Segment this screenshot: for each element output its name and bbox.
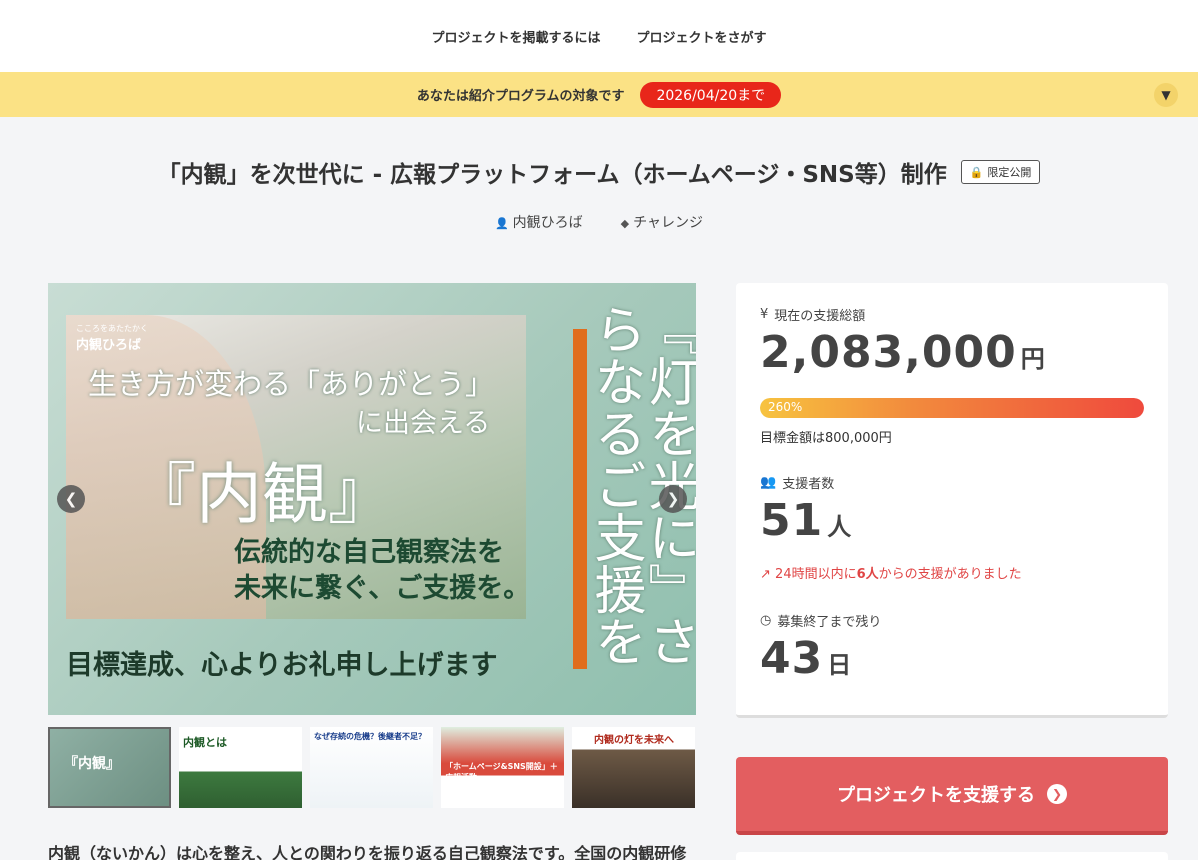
- hero-line2: に出会える: [356, 408, 491, 439]
- badge-label: 限定公開: [987, 166, 1032, 179]
- top-nav: プロジェクトを掲載するには プロジェクトをさがす: [0, 0, 1198, 72]
- carousel-prev-icon[interactable]: ❮: [57, 485, 85, 513]
- hero-logo: こころをあたたかく 内観ひろば: [76, 324, 148, 353]
- hero-line1: 生き方が変わる「ありがとう」: [88, 367, 495, 401]
- referral-banner: あなたは紹介プログラムの対象です 2026/04/20まで ▼: [0, 72, 1198, 117]
- progress-percent: 260%: [768, 400, 803, 414]
- total-label: ¥ 現在の支援総額: [760, 307, 866, 324]
- yen-icon: ¥: [760, 307, 769, 322]
- project-meta: 👤 内観ひろば ◆ チャレンジ: [0, 212, 1198, 232]
- remaining-label: ◷ 募集終了まで残り: [760, 613, 882, 630]
- user-icon: 👤: [494, 217, 509, 230]
- hero-big-text: 『内観』: [130, 456, 394, 533]
- total-amount: 2,083,000 円: [760, 327, 1045, 378]
- hero-bottom-text: 目標達成、心よりお礼申し上げます: [66, 650, 498, 681]
- chevron-down-icon[interactable]: ▼: [1154, 83, 1178, 107]
- backers-label: 👥 支援者数: [760, 475, 835, 492]
- goal-amount: 目標金額は800,000円: [760, 431, 892, 446]
- recent-backers-note: ↗ 24時間以内に6人からの支援がありました: [760, 567, 1022, 582]
- stats-panel: ¥ 現在の支援総額 2,083,000 円 260% 目標金額は800,000円 …: [736, 283, 1168, 718]
- project-category[interactable]: ◆ チャレンジ: [621, 212, 703, 232]
- project-header: 「内観」を次世代に - 広報プラットフォーム（ホームページ・SNS等）制作 🔒 …: [0, 155, 1198, 189]
- arrow-right-icon: ❯: [1047, 784, 1067, 804]
- lock-icon: 🔒: [969, 165, 984, 179]
- progress-bar: 260%: [760, 398, 1144, 418]
- remaining-days: 43 日: [760, 633, 852, 684]
- thumbnail-2[interactable]: 内観とは: [179, 727, 302, 808]
- project-title: 「内観」を次世代に - 広報プラットフォーム（ホームページ・SNS等）制作: [157, 162, 947, 188]
- thumbnail-4[interactable]: 「ホームページ&SNS開設」＋広報活動: [441, 727, 564, 808]
- owner-name: 内観ひろば: [512, 215, 583, 231]
- next-card: [736, 852, 1168, 860]
- thumbnail-5[interactable]: 内観の灯を未来へ: [572, 727, 695, 808]
- project-owner[interactable]: 👤 内観ひろば: [495, 212, 583, 232]
- trending-up-icon: ↗: [760, 567, 771, 582]
- category-name: チャレンジ: [633, 215, 704, 231]
- project-description: 内観（ないかん）は心を整え、人との関わりを振り返る自己観察法です。全国の内観研修: [48, 844, 687, 860]
- referral-deadline-badge: 2026/04/20まで: [640, 81, 782, 108]
- referral-text: あなたは紹介プログラムの対象です: [416, 89, 625, 104]
- hero-sub-text: 伝統的な自己観察法を 未来に繋ぐ、ご支援を。: [234, 537, 531, 604]
- nav-find-project-link[interactable]: プロジェクトをさがす: [637, 27, 767, 46]
- thumbnail-3[interactable]: なぜ存続の危機？後継者不足？: [310, 727, 433, 808]
- thumbnail-1[interactable]: 『内観』: [48, 727, 171, 808]
- hero-image: こころをあたたかく 内観ひろば 生き方が変わる「ありがとう」 に出会える 『内観…: [48, 283, 696, 715]
- limited-public-badge: 🔒 限定公開: [960, 160, 1041, 184]
- progress-fill: [760, 398, 1144, 418]
- nav-post-project-link[interactable]: プロジェクトを掲載するには: [431, 27, 600, 46]
- carousel-next-icon[interactable]: ❯: [659, 485, 687, 513]
- backers-count: 51 人: [760, 495, 852, 546]
- clock-icon: ◷: [760, 613, 772, 628]
- tag-icon: ◆: [620, 217, 630, 230]
- users-icon: 👥: [760, 475, 777, 490]
- support-project-button[interactable]: プロジェクトを支援する ❯: [736, 757, 1168, 835]
